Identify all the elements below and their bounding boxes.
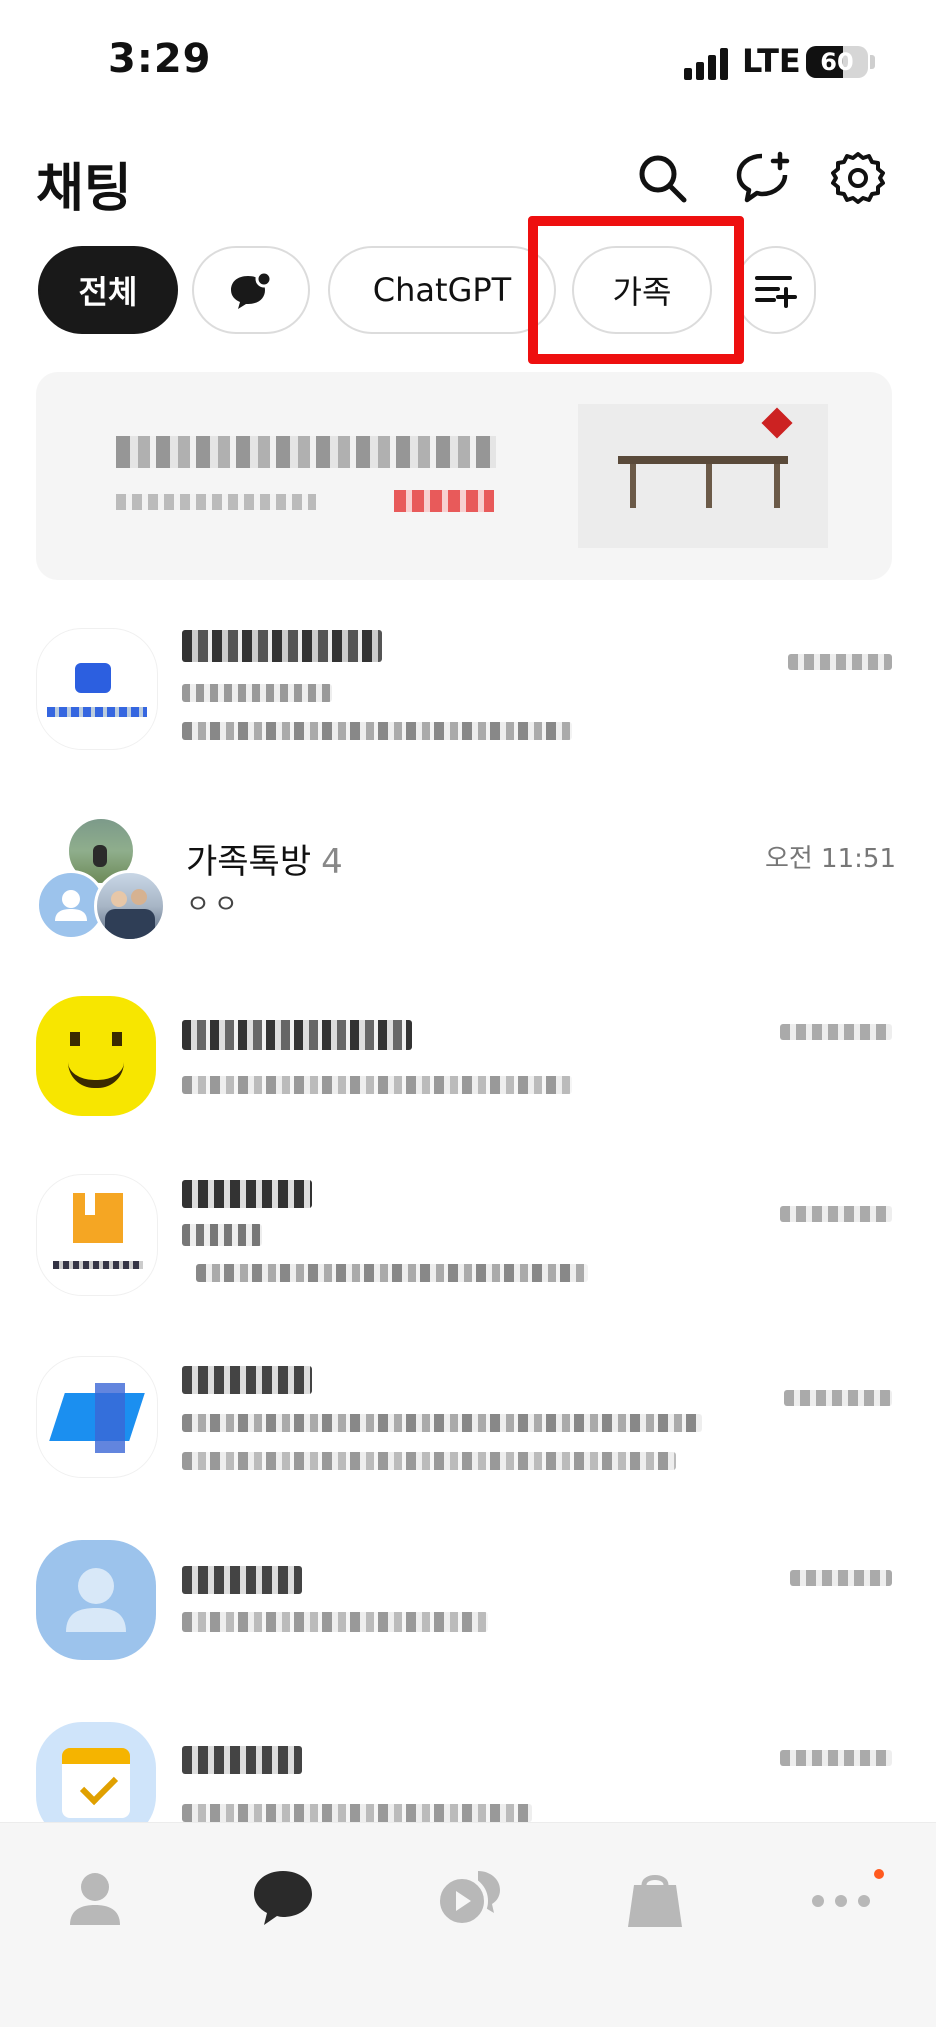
chat-avatar [36, 1356, 158, 1478]
battery-percent: 60 [820, 48, 854, 76]
open-chat-icon[interactable] [434, 1863, 504, 1933]
chat-message-blurred [182, 1452, 676, 1470]
status-time: 3:29 [108, 36, 212, 82]
member-avatar-figure [93, 845, 107, 867]
member-count: 4 [321, 842, 343, 882]
page-title: 채팅 [36, 159, 132, 219]
chat-name-blurred [182, 1020, 412, 1050]
new-chat-icon[interactable] [734, 150, 790, 206]
chat-icon[interactable] [248, 1863, 318, 1933]
ad-headline [116, 436, 496, 468]
shopping-icon[interactable] [620, 1863, 690, 1933]
chat-list-item-family[interactable]: 가족톡방 4 ㅇㅇ 오전 11:51 [0, 816, 936, 996]
blurred-logo [75, 663, 111, 693]
person-icon [66, 1568, 126, 1632]
blurred-eye [112, 1032, 122, 1046]
chat-time-blurred [780, 1024, 892, 1040]
ad-table-top [618, 456, 788, 464]
bottom-navigation [0, 1822, 936, 2027]
member-avatar-body [105, 909, 155, 939]
chat-name-blurred [182, 1566, 302, 1594]
chat-message-blurred [182, 1076, 572, 1094]
filter-edit-icon [755, 276, 797, 308]
chat-list-item[interactable] [0, 628, 936, 808]
chat-name-blurred [182, 1366, 312, 1394]
chat-time: 오전 11:51 [764, 844, 896, 874]
ad-table-leg [630, 464, 636, 508]
filter-chip-chatgpt[interactable]: ChatGPT [328, 246, 556, 334]
open-chat-icon [231, 270, 273, 309]
filter-chip-bar: 전체 ChatGPT 가족 [0, 246, 936, 342]
friends-icon[interactable] [60, 1863, 130, 1933]
chat-last-message: ㅇㅇ [186, 890, 242, 920]
member-avatar-face [131, 889, 147, 905]
notification-dot [874, 1869, 884, 1879]
chat-name-blurred [182, 1746, 302, 1774]
chat-avatar [36, 996, 156, 1116]
ad-image [578, 404, 828, 548]
member-avatar-face [111, 891, 127, 907]
member-avatar [94, 870, 166, 942]
network-label: LTE [742, 42, 801, 80]
chat-list-item[interactable] [0, 1174, 936, 1354]
chat-time-blurred [788, 654, 892, 670]
chat-time-blurred [780, 1750, 892, 1766]
chat-time-blurred [784, 1390, 892, 1406]
chat-avatar [36, 628, 158, 750]
ad-table-leg [774, 464, 780, 508]
ad-price-tag [394, 490, 494, 512]
status-bar: 3:29 LTE 60 [0, 0, 936, 120]
filter-chip-open-chat[interactable] [192, 246, 310, 334]
chat-list-item[interactable] [0, 1356, 936, 1536]
chat-message-blurred [182, 684, 332, 702]
filter-edit-button[interactable] [736, 246, 816, 334]
chat-avatar [36, 1174, 158, 1296]
chat-message-blurred [196, 1264, 588, 1282]
battery-icon: 60 [806, 46, 868, 78]
chat-time-blurred [780, 1206, 892, 1222]
settings-icon[interactable] [830, 150, 886, 206]
blurred-logo-text [53, 1261, 143, 1269]
highlight-box [528, 216, 744, 364]
search-icon[interactable] [634, 150, 690, 206]
signal-icon [684, 46, 734, 80]
blurred-logo-part [85, 1193, 95, 1215]
chat-time-blurred [790, 1570, 892, 1586]
ad-banner[interactable] [36, 372, 892, 580]
blurred-logo [73, 1193, 123, 1243]
chat-name: 가족톡방 4 [186, 834, 343, 883]
chat-title: 가족톡방 [186, 842, 312, 882]
blurred-mouth [68, 1062, 124, 1088]
chat-list-item[interactable] [0, 996, 936, 1176]
chat-message-blurred [182, 1612, 488, 1632]
blurred-logo-text [47, 707, 147, 717]
chat-name-blurred [182, 1180, 312, 1208]
battery-cap [870, 55, 875, 69]
blurred-logo-part [95, 1383, 125, 1453]
ad-subtext [116, 494, 316, 510]
blurred-eye [70, 1032, 80, 1046]
chat-message-blurred [182, 1224, 262, 1246]
group-avatar [36, 816, 166, 942]
chat-name-blurred [182, 630, 382, 662]
chat-message-blurred [182, 722, 572, 740]
chat-message-blurred [182, 1804, 532, 1822]
chat-avatar [36, 1540, 156, 1660]
more-icon[interactable] [806, 1863, 876, 1933]
chat-list-item[interactable] [0, 1540, 936, 1720]
ad-table-leg [706, 464, 712, 508]
chat-message-blurred [182, 1414, 702, 1432]
filter-chip-all[interactable]: 전체 [38, 246, 178, 334]
ad-brand-logo [761, 407, 793, 439]
